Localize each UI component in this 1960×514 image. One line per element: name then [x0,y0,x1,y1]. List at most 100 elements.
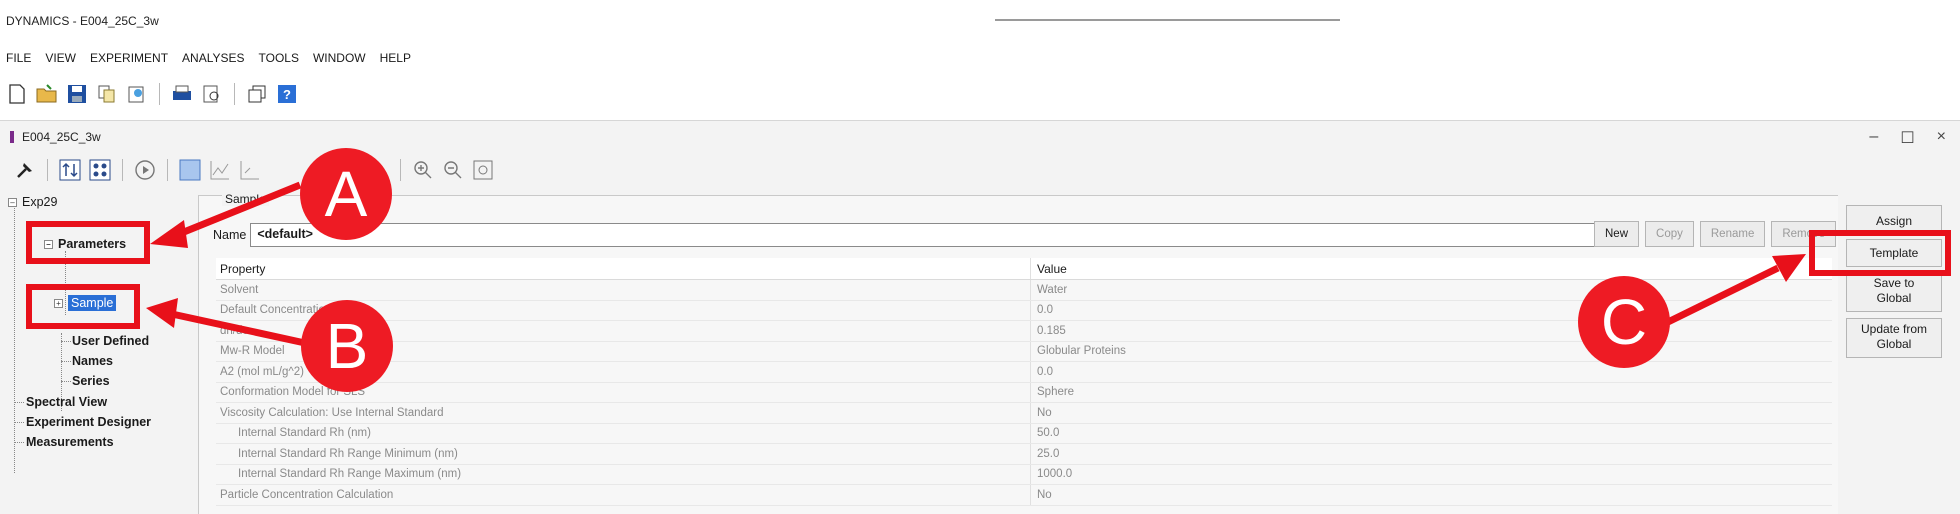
table-row[interactable]: Internal Standard Rh (nm) 50.0 [216,423,1832,444]
tree-node-exp29[interactable]: – Exp29 [8,195,57,209]
zoom-in-icon[interactable] [412,159,434,181]
menu-view[interactable]: VIEW [45,51,76,65]
callout-a: A [300,148,392,240]
value-cell[interactable]: Sphere [1031,383,1832,403]
table-row[interactable]: Internal Standard Rh Range Maximum (nm) 1… [216,464,1832,485]
tree-connector [61,341,71,342]
sort-icon[interactable] [59,159,81,181]
title-divider [995,19,1340,21]
table-row[interactable]: Particle Concentration Calculation No [216,485,1832,506]
close-button[interactable]: × [1937,128,1946,148]
save-icon[interactable] [66,83,88,105]
maximize-button[interactable]: ☐ [1900,128,1914,148]
highlight-box-template [1809,230,1951,276]
name-value: <default> [257,227,313,241]
tree-node-names[interactable]: Names [72,354,113,368]
tree-connector [14,205,15,473]
toolbar-separator [122,159,123,181]
app-icon [10,131,14,143]
table-view-icon[interactable] [179,159,201,181]
toolbar-separator [400,159,401,181]
document-title: E004_25C_3w [22,130,101,144]
collapse-icon[interactable]: – [8,198,17,208]
minimize-button[interactable]: – [1869,128,1878,148]
table-row[interactable]: A2 (mol mL/g^2) 0.0 [216,362,1832,383]
tree-node-experiment-designer[interactable]: Experiment Designer [26,415,151,429]
property-header: Property [216,258,1031,279]
menu-experiment[interactable]: EXPERIMENT [90,51,168,65]
export-icon[interactable] [126,83,148,105]
value-cell[interactable]: 50.0 [1031,424,1832,444]
rename-button[interactable]: Rename [1699,221,1766,247]
grid-header: Property Value [216,258,1832,280]
play-icon[interactable] [134,159,156,181]
save-to-global-button[interactable]: Save to Global [1846,272,1942,312]
property-cell: Solvent [216,280,1031,300]
tree-connector [14,402,24,403]
window-icon[interactable] [246,83,268,105]
table-row[interactable]: Viscosity Calculation: Use Internal Stan… [216,403,1832,424]
value-cell[interactable]: 1000.0 [1031,465,1832,485]
tree-node-user-defined[interactable]: User Defined [72,334,149,348]
value-cell[interactable]: 0.0 [1031,301,1832,321]
menu-window[interactable]: WINDOW [313,51,366,65]
new-button[interactable]: New [1594,221,1640,247]
document-toolbar [14,155,494,185]
new-file-icon[interactable] [6,83,28,105]
print-preview-icon[interactable] [201,83,223,105]
value-cell[interactable]: 0.185 [1031,321,1832,341]
tree-connector [61,361,71,362]
value-cell[interactable]: No [1031,485,1832,505]
tree-connector [14,422,24,423]
update-from-global-button[interactable]: Update from Global [1846,318,1942,358]
table-row[interactable]: Internal Standard Rh Range Minimum (nm) 2… [216,444,1832,465]
menu-analyses[interactable]: ANALYSES [182,51,244,65]
value-cell[interactable]: No [1031,403,1832,423]
tree-node-measurements[interactable]: Measurements [26,435,114,449]
name-dropdown[interactable]: <default> ⌄ [250,223,1621,247]
property-cell: Internal Standard Rh Range Minimum (nm) [216,444,1031,464]
value-cell[interactable]: Globular Proteins [1031,342,1832,362]
menu-tools[interactable]: TOOLS [259,51,299,65]
value-cell[interactable]: 25.0 [1031,444,1832,464]
menu-file[interactable]: FILE [6,51,31,65]
name-label: Name [213,228,247,242]
name-row: Name <default> ⌄ [213,222,1621,248]
value-cell[interactable]: Water [1031,280,1832,300]
property-cell: Particle Concentration Calculation [216,485,1031,505]
open-folder-icon[interactable] [36,83,58,105]
document-title-bar: E004_25C_3w [10,130,101,144]
highlight-box-sample [26,284,140,329]
assign-button[interactable]: Assign [1846,205,1942,233]
copy-button[interactable]: Copy [1645,221,1694,247]
chart-options-icon[interactable] [239,159,261,181]
copy-icon[interactable] [96,83,118,105]
table-row[interactable]: Conformation Model for SLS Sphere [216,382,1832,403]
property-cell: Internal Standard Rh (nm) [216,423,1031,443]
toolbar-separator [159,83,160,105]
toolbar-separator [167,159,168,181]
line-chart-icon[interactable] [209,159,231,181]
app-title: DYNAMICS - E004_25C_3w [6,14,159,28]
callout-b: B [301,300,393,392]
pin-icon[interactable] [14,159,36,181]
grid-icon[interactable] [89,159,111,181]
window-controls: – ☐ × [1869,128,1946,148]
toolbar-separator [47,159,48,181]
tree-node-series[interactable]: Series [72,374,110,388]
tree-node-spectral-view[interactable]: Spectral View [26,395,107,409]
property-cell: Internal Standard Rh Range Maximum (nm) [216,464,1031,484]
print-icon[interactable] [171,83,193,105]
tree-connector [61,381,71,382]
tree-connector [14,442,24,443]
name-buttons: New Copy Rename Remove [1594,221,1837,247]
main-toolbar: ? [6,80,298,108]
zoom-out-icon[interactable] [442,159,464,181]
help-icon[interactable]: ? [276,83,298,105]
callout-c: C [1578,276,1670,368]
value-cell[interactable]: 0.0 [1031,362,1832,382]
property-cell: Viscosity Calculation: Use Internal Stan… [216,403,1031,423]
menu-bar: FILE VIEW EXPERIMENT ANALYSES TOOLS WIND… [6,51,425,65]
zoom-fit-icon[interactable] [472,159,494,181]
menu-help[interactable]: HELP [380,51,411,65]
